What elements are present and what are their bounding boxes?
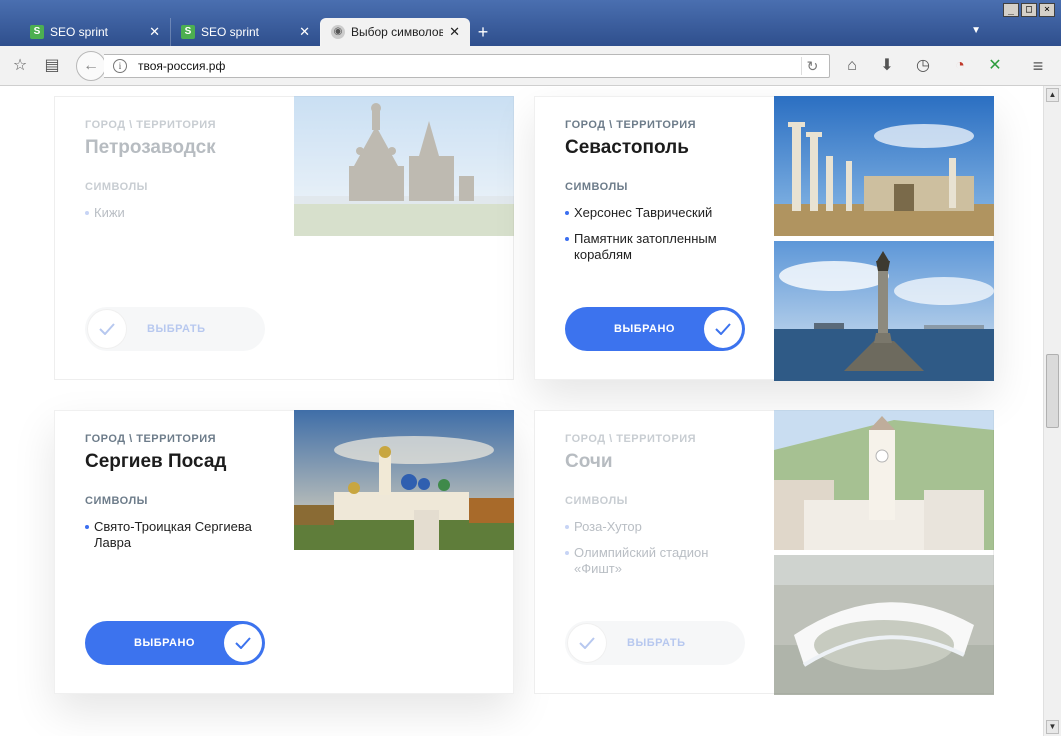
scroll-up-icon[interactable]: ▲ [1046,88,1059,102]
tab-label: SEO sprint [50,25,109,39]
symbols-heading: СИМВОЛЫ [85,181,148,193]
menu-icon[interactable]: ≡ [1028,56,1048,76]
card-info: ГОРОД \ ТЕРРИТОРИЯ Сергиев Посад СИМВОЛЫ… [85,433,275,561]
symbol-item: Памятник затопленным кораблям [565,231,755,263]
site-favicon-icon: ◉ [331,25,345,39]
tab-list-dropdown-icon[interactable]: ▼ [971,25,981,36]
rosa-khutor-image [774,410,994,550]
tab-close-icon[interactable]: ✕ [299,24,310,40]
seo-sprint-favicon-icon: S [181,25,195,39]
home-icon[interactable]: ⌂ [842,56,862,76]
city-card-petrozavodsk: ГОРОД \ ТЕРРИТОРИЯ Петрозаводск СИМВОЛЫ … [54,96,514,380]
symbols-heading: СИМВОЛЫ [565,495,628,507]
page-content: ГОРОД \ ТЕРРИТОРИЯ Петрозаводск СИМВОЛЫ … [0,87,1042,736]
back-button[interactable]: ← [76,51,106,81]
vertical-scrollbar[interactable]: ▲ ▼ [1043,86,1061,736]
card-info: ГОРОД \ ТЕРРИТОРИЯ Севастополь СИМВОЛЫ Х… [565,119,755,273]
extension-icon[interactable]: ◔ [950,56,970,76]
tab-seo-sprint-2[interactable]: S SEO sprint ✕ [170,18,320,46]
tab-seo-sprint-1[interactable]: S SEO sprint ✕ [20,18,170,46]
selected-button[interactable]: ВЫБРАНО [85,621,265,665]
address-bar[interactable]: i твоя-россия.рф ↻ [104,54,830,78]
selected-button-label: ВЫБРАНО [134,637,195,649]
seo-sprint-favicon-icon: S [30,25,44,39]
select-button-label: ВЫБРАТЬ [147,323,206,335]
scrollbar-thumb[interactable] [1046,354,1059,428]
city-name: Петрозаводск [85,137,216,158]
selected-button-label: ВЫБРАНО [614,323,675,335]
city-card-sochi: ГОРОД \ ТЕРРИТОРИЯ Сочи СИМВОЛЫ Роза-Хут… [534,410,994,695]
fisht-stadium-image [774,555,994,695]
symbols-list: Свято-Троицкая Сергиева Лавра [85,519,275,551]
city-name: Сергиев Посад [85,451,227,472]
sunken-ships-monument-image [774,241,994,381]
city-kicker: ГОРОД \ ТЕРРИТОРИЯ [85,433,217,445]
extension-x-icon[interactable]: ✕ [985,56,1005,76]
tab-close-icon[interactable]: ✕ [149,24,160,40]
window-controls: _ □ × [1003,3,1055,17]
city-card-sevastopol: ГОРОД \ ТЕРРИТОРИЯ Севастополь СИМВОЛЫ Х… [534,96,994,381]
city-kicker: ГОРОД \ ТЕРРИТОРИЯ [85,119,217,131]
lavra-image [294,410,514,550]
symbol-item: Олимпийский стадион «Фишт» [565,545,755,577]
close-window-icon[interactable]: × [1039,3,1055,17]
chersonesus-image [774,96,994,236]
symbols-list: Херсонес Таврический Памятник затопленны… [565,205,755,263]
select-button-label: ВЫБРАТЬ [627,637,686,649]
tab-symbols-selection[interactable]: ◉ Выбор символов... ✕ [320,18,470,46]
card-info: ГОРОД \ ТЕРРИТОРИЯ Сочи СИМВОЛЫ Роза-Хут… [565,433,755,587]
symbol-item: Кижи [85,205,275,221]
card-info: ГОРОД \ ТЕРРИТОРИЯ Петрозаводск СИМВОЛЫ … [85,119,275,231]
minimize-icon[interactable]: _ [1003,3,1019,17]
symbol-item: Херсонес Таврический [565,205,755,221]
select-button[interactable]: ВЫБРАТЬ [565,621,745,665]
symbols-heading: СИМВОЛЫ [85,495,148,507]
select-button[interactable]: ВЫБРАТЬ [85,307,265,351]
url-text: твоя-россия.рф [138,59,226,73]
maximize-icon[interactable]: □ [1021,3,1037,17]
new-tab-icon[interactable]: + [470,18,496,46]
reading-list-icon[interactable]: ▤ [42,56,62,76]
tab-strip: S SEO sprint ✕ S SEO sprint ✕ ◉ Выбор си… [20,18,496,46]
city-card-sergiev-posad: ГОРОД \ ТЕРРИТОРИЯ Сергиев Посад СИМВОЛЫ… [54,410,514,694]
symbols-heading: СИМВОЛЫ [565,181,628,193]
scroll-down-icon[interactable]: ▼ [1046,720,1059,734]
tab-label: SEO sprint [201,25,260,39]
checkmark-icon [224,624,262,662]
symbol-item: Роза-Хутор [565,519,755,535]
city-kicker: ГОРОД \ ТЕРРИТОРИЯ [565,433,697,445]
downloads-icon[interactable]: ⬇ [877,56,897,76]
symbol-item: Свято-Троицкая Сергиева Лавра [85,519,275,551]
symbols-list: Роза-Хутор Олимпийский стадион «Фишт» [565,519,755,577]
symbols-list: Кижи [85,205,275,221]
city-name: Севастополь [565,137,689,158]
checkmark-icon [568,624,606,662]
tab-label: Выбор символов... [351,25,444,39]
checkmark-icon [88,310,126,348]
selected-button[interactable]: ВЫБРАНО [565,307,745,351]
reload-icon[interactable]: ↻ [801,57,823,75]
site-info-icon[interactable]: i [113,59,127,73]
city-name: Сочи [565,451,613,472]
browser-titlebar: _ □ × S SEO sprint ✕ S SEO sprint ✕ ◉ Вы… [0,0,1061,46]
history-icon[interactable]: ◷ [913,56,933,76]
kizhi-image [294,96,514,236]
bookmark-star-icon[interactable]: ☆ [10,56,30,76]
checkmark-icon [704,310,742,348]
tab-close-icon[interactable]: ✕ [449,24,460,40]
navigation-toolbar: ☆ ▤ ← i твоя-россия.рф ↻ ⌂ ⬇ ◷ ◔ ✕ ≡ [0,46,1061,86]
city-kicker: ГОРОД \ ТЕРРИТОРИЯ [565,119,697,131]
